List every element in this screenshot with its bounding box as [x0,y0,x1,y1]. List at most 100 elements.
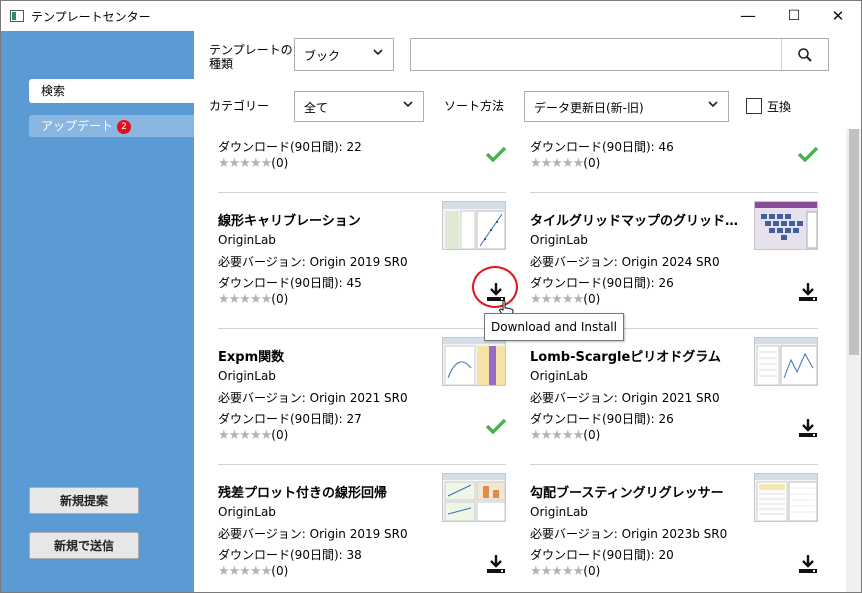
installed-check-icon [485,145,509,169]
search-button[interactable] [781,39,828,70]
maximize-button[interactable]: ☐ [771,1,817,31]
download-install-button[interactable] [797,553,821,577]
download-install-button[interactable] [485,553,509,577]
sidebar-item-updates[interactable]: アップデート 2 [29,115,194,137]
template-author: OriginLab [530,233,588,247]
template-name[interactable]: Expm関数 [218,346,433,365]
required-version: 必要バージョン: Origin 2021 SR0 [218,391,408,405]
search-input[interactable] [415,43,779,68]
app-icon [10,10,24,22]
template-thumbnail [754,473,818,522]
rating-count: (0) [271,428,289,442]
template-thumbnail [754,201,818,250]
chevron-down-icon [402,98,414,113]
download-count: ダウンロード(90日間): 38 [218,548,362,562]
required-version: 必要バージョン: Origin 2019 SR0 [218,527,408,541]
template-card[interactable]: 勾配ブースティングリグレッサー OriginLab 必要バージョン: Origi… [530,473,818,592]
required-version: 必要バージョン: Origin 2023b SR0 [530,527,728,541]
rating-stars: ★★★★★(0) [218,156,289,171]
required-version: 必要バージョン: Origin 2021 SR0 [530,391,720,405]
template-card[interactable]: ダウンロード(90日間): 46 ★★★★★(0) [530,129,821,201]
template-name[interactable]: Lomb-Scargleピリオドグラム [530,346,745,365]
update-count-badge: 2 [117,119,132,134]
template-card[interactable]: Lomb-Scargleピリオドグラム OriginLab 必要バージョン: O… [530,337,818,473]
installed-check-icon [485,417,509,441]
download-count: ダウンロード(90日間): 26 [530,412,674,426]
template-name[interactable]: タイルグリッドマップのグリッド… [530,210,745,229]
compatible-checkbox[interactable] [746,98,762,114]
download-install-button[interactable] [797,281,821,305]
card-divider [530,192,818,193]
template-thumbnail [442,473,506,522]
required-version: 必要バージョン: Origin 2024 SR0 [530,255,720,269]
rating-stars: ★★★★★(0) [530,292,601,307]
rating-count: (0) [583,292,601,306]
sidebar-item-label: アップデート [41,119,114,133]
installed-check-icon [797,145,821,169]
rating-stars: ★★★★★(0) [530,428,601,443]
download-icon [487,555,505,573]
template-card[interactable]: Expm関数 OriginLab 必要バージョン: Origin 2021 SR… [218,337,509,473]
template-card[interactable]: ダウンロード(90日間): 22 ★★★★★(0) [218,129,509,201]
rating-stars: ★★★★★(0) [530,156,601,171]
close-button[interactable]: ✕ [815,1,861,31]
minimize-button[interactable]: — [725,1,771,31]
rating-stars: ★★★★★(0) [218,428,289,443]
download-icon [799,419,817,437]
rating-count: (0) [271,156,289,170]
compatible-label: 互換 [767,100,792,114]
category-value: 全て [304,101,329,115]
template-thumbnail [754,337,818,386]
template-card[interactable]: 線形キャリブレーション OriginLab 必要バージョン: Origin 20… [218,201,506,337]
rating-stars: ★★★★★(0) [530,564,601,579]
sort-select[interactable]: データ更新日(新-旧) [524,91,729,122]
template-thumbnail [442,337,506,386]
template-author: OriginLab [218,233,276,247]
template-name[interactable]: 勾配ブースティングリグレッサー [530,482,745,501]
rating-count: (0) [271,564,289,578]
title-bar: テンプレートセンター — ☐ ✕ [1,1,861,31]
download-count: ダウンロード(90日間): 20 [530,548,674,562]
rating-stars: ★★★★★(0) [218,564,289,579]
scrollbar-thumb[interactable] [849,129,859,355]
sort-label: ソート方法 [444,99,505,113]
template-type-value: ブック [304,49,341,63]
new-submit-button[interactable]: 新規で送信 [29,532,139,559]
card-divider [218,464,506,465]
template-author: OriginLab [218,369,276,383]
chevron-down-icon [707,98,719,113]
rating-count: (0) [271,292,289,306]
download-count: ダウンロード(90日間): 45 [218,276,362,290]
download-tooltip: Download and Install [484,313,624,341]
template-author: OriginLab [530,505,588,519]
card-divider [218,328,506,329]
rating-count: (0) [583,428,601,442]
download-count: ダウンロード(90日間): 26 [530,276,674,290]
template-center-window: テンプレートセンター — ☐ ✕ 検索 アップデート 2 新規提案 新規で送信 テ… [0,0,862,593]
sort-value: データ更新日(新-旧) [534,101,644,115]
sidebar-item-search[interactable]: 検索 [29,79,194,103]
card-divider [218,192,506,193]
download-icon [799,283,817,301]
template-author: OriginLab [218,505,276,519]
template-name[interactable]: 線形キャリブレーション [218,210,433,229]
template-thumbnail [442,201,506,250]
template-name[interactable]: 残差プロット付きの線形回帰 [218,482,433,501]
window-title: テンプレートセンター [31,10,151,24]
download-install-button[interactable] [797,417,821,441]
template-card[interactable]: 残差プロット付きの線形回帰 OriginLab 必要バージョン: Origin … [218,473,506,592]
new-proposal-button[interactable]: 新規提案 [29,487,139,514]
template-author: OriginLab [530,369,588,383]
category-select[interactable]: 全て [294,91,424,122]
search-box [410,38,829,71]
download-count: ダウンロード(90日間): 22 [218,140,362,154]
template-list: ダウンロード(90日間): 22 ★★★★★(0) ダウンロード(90日間): … [194,129,846,592]
chevron-down-icon [372,46,384,61]
rating-count: (0) [583,564,601,578]
rating-count: (0) [583,156,601,170]
required-version: 必要バージョン: Origin 2019 SR0 [218,255,408,269]
search-icon [798,48,812,62]
template-type-select[interactable]: ブック [294,38,394,71]
sidebar: 検索 アップデート 2 新規提案 新規で送信 [1,31,194,592]
template-type-label: テンプレートの 種類 [209,43,293,71]
